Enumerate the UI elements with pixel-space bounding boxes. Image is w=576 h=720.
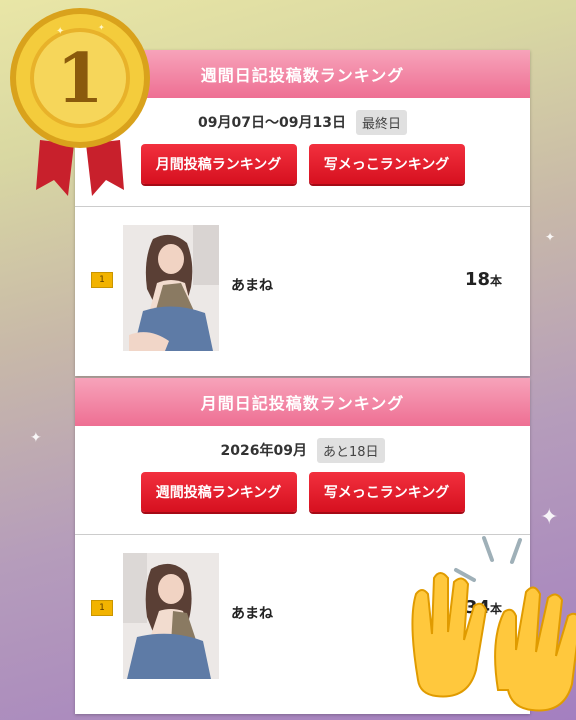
medal-rank-number: 1 <box>56 39 103 119</box>
sparkle-icon: ✦ <box>545 230 556 244</box>
weekly-status-badge: 最終日 <box>355 109 407 135</box>
svg-text:✦: ✦ <box>98 23 105 32</box>
svg-text:✦: ✦ <box>56 26 64 37</box>
post-count: 18本 <box>465 269 502 290</box>
post-count-unit: 本 <box>489 274 502 288</box>
profile-photo-image <box>123 553 219 679</box>
weekly-ranking-button[interactable]: 週間投稿ランキング <box>140 472 297 512</box>
profile-photo[interactable] <box>123 553 219 679</box>
sparkle-icon: ✦ <box>30 430 42 446</box>
user-name[interactable]: あまね <box>231 275 273 295</box>
monthly-period-row: 2026年09月 あと18日 <box>75 430 530 470</box>
photo-ranking-button[interactable]: 写メっこランキング <box>308 472 465 512</box>
profile-photo[interactable] <box>123 225 219 351</box>
rank-badge: 1 <box>91 600 113 616</box>
gold-medal-icon: 1 ✦ ✦ <box>10 8 150 196</box>
monthly-ranking-header: 月間日記投稿数ランキング <box>75 378 530 426</box>
monthly-status-badge: あと18日 <box>316 437 385 463</box>
rank-badge: 1 <box>91 272 113 288</box>
raised-hands-icon <box>411 536 576 712</box>
monthly-ranking-button[interactable]: 月間投稿ランキング <box>140 144 297 184</box>
post-count-value: 18 <box>464 269 490 290</box>
profile-photo-image <box>123 225 219 351</box>
ranking-entry[interactable]: 1 あまね 18本 <box>75 207 530 367</box>
monthly-button-row: 週間投稿ランキング 写メっこランキング <box>75 472 530 512</box>
monthly-period: 2026年09月 <box>220 443 307 459</box>
sparkle-icon: ✦ <box>540 505 559 530</box>
weekly-period: 09月07日〜09月13日 <box>198 115 346 131</box>
photo-ranking-button[interactable]: 写メっこランキング <box>308 144 465 184</box>
user-name[interactable]: あまね <box>231 603 273 623</box>
